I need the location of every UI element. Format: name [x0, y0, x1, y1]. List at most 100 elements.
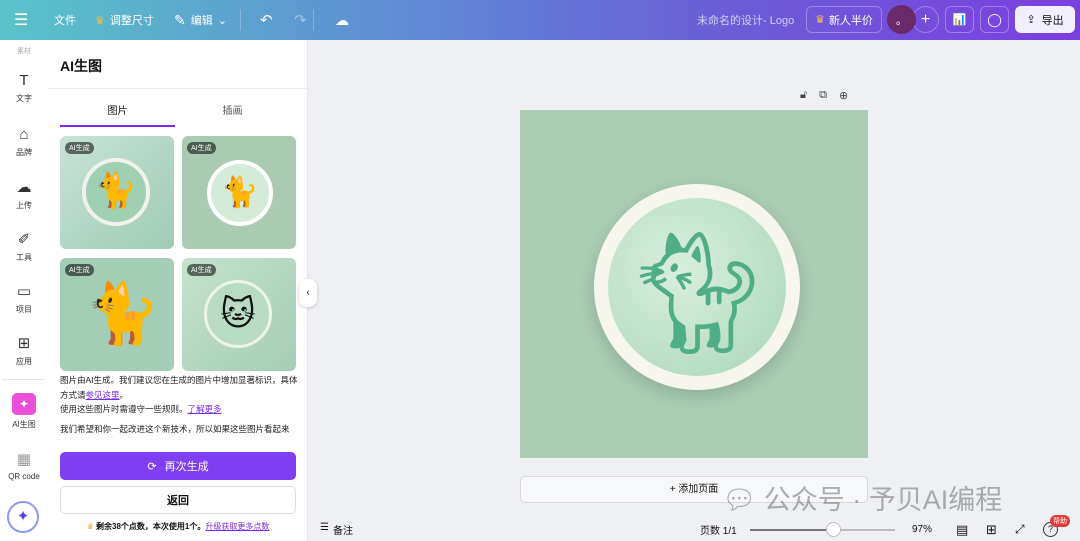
rail-item-tools[interactable]: ✐ 工具 — [0, 230, 48, 263]
edit-label: 编辑 — [190, 15, 213, 27]
notes-icon: ☰ — [320, 522, 329, 533]
rail-item-apps[interactable]: ⊞ 应用 — [0, 334, 48, 367]
design-title-text: 未命名的设计- Logo — [697, 15, 795, 27]
rail-label: 工具 — [16, 253, 32, 262]
regenerate-button[interactable]: ⟳ 再次生成 — [60, 452, 296, 480]
rail-elements-label[interactable]: 素材 — [0, 46, 48, 56]
ai-badge: AI生成 — [65, 142, 94, 154]
ai-badge: AI生成 — [187, 142, 216, 154]
ai-disclaimer: 图片由AI生成。我们建议您在生成的图片中增加显著标识，具体方式请参见这里。 使用这… — [60, 373, 300, 417]
add-page-icon[interactable]: ⊕ — [839, 89, 848, 102]
rail-item-text[interactable]: T 文字 — [0, 72, 48, 104]
back-label: 返回 — [167, 495, 189, 507]
notes-button[interactable]: ☰ 备注 — [320, 522, 353, 537]
note-text: 使用这些图片时需遵守一些规则。 — [60, 404, 188, 414]
wechat-icon: 💬︎ — [722, 485, 764, 515]
result-image-4[interactable]: AI生成 🐱 — [182, 258, 296, 371]
promo-label: 新人半价 — [828, 14, 873, 27]
crown-icon: ♛ — [815, 14, 825, 26]
bottom-bar: ☰ 备注 页数 1/1 97% ▤ ⊞ ⤢ ? 帮助 — [308, 515, 1080, 541]
rail-label: 应用 — [16, 357, 32, 366]
page-actions: 🔓︎ ⧉ ⊕ — [800, 89, 848, 102]
zoom-percent[interactable]: 97% — [912, 524, 932, 535]
crown-icon: ♛ — [95, 14, 105, 27]
cloud-saved-icon[interactable]: ☁ — [335, 12, 349, 29]
page-count[interactable]: 页数 1/1 — [700, 522, 737, 537]
see-here-link[interactable]: 参见这里 — [86, 390, 120, 400]
rail-item-upload[interactable]: ☁ 上传 — [0, 178, 48, 211]
chevron-down-icon: ⌄ — [217, 14, 227, 27]
text-icon: T — [19, 72, 29, 89]
credits-text: 剩余38个点数，本次使用1个。 — [96, 522, 206, 531]
redo-icon[interactable]: ↷ — [294, 11, 307, 29]
rail-item-ai-image[interactable]: ✦ AI生图 — [0, 393, 48, 430]
page-view-icon[interactable]: ▤ — [956, 522, 968, 538]
watermark-text: 公众号 · 予贝AI编程 — [763, 485, 1003, 515]
avatar[interactable]: 。 — [887, 5, 916, 34]
result-image-2[interactable]: AI生成 🐈 — [182, 136, 296, 249]
fullscreen-icon[interactable]: ⤢ — [1015, 522, 1025, 537]
ai-image-icon: ✦ — [12, 393, 36, 415]
undo-icon[interactable]: ↶ — [260, 11, 273, 29]
refresh-icon: ⟳ — [147, 460, 157, 473]
cat-face-icon: 🐱 — [204, 280, 272, 348]
promo-button[interactable]: ♛ 新人半价 — [806, 6, 882, 33]
zoom-slider[interactable] — [750, 522, 895, 537]
export-label: 导出 — [1041, 14, 1064, 27]
cat-icon: 🐈 — [85, 280, 160, 347]
result-image-3[interactable]: AI生成 🐈 — [60, 258, 174, 371]
learn-more-link[interactable]: 了解更多 — [188, 404, 222, 414]
top-toolbar: ☰ 文件 ♛ 调整尺寸 ✎ 编辑 ⌄ ↶ ↷ ☁ 未命名的设计- Logo ♛ 新人半价… — [0, 0, 1080, 40]
rail-label: 项目 — [16, 305, 32, 314]
zoom-slider-handle[interactable] — [825, 522, 841, 537]
rail-label: AI生图 — [12, 420, 36, 429]
help-badge: 帮助 — [1050, 515, 1070, 527]
duplicate-icon[interactable]: ⧉ — [819, 89, 827, 102]
design-canvas[interactable]: 🐈︎ — [520, 110, 868, 458]
upload-icon: ☁ — [16, 179, 32, 196]
cat-silhouette-icon: 🐈︎ — [608, 198, 786, 376]
add-collaborator-button[interactable]: + — [912, 6, 939, 33]
rail-item-brand[interactable]: ⌂ 品牌 — [0, 126, 48, 158]
panel-title: AI生图 — [60, 58, 102, 74]
feedback-text: 我们希望和你一起改进这个新技术，所以如果这些图片看起来 — [60, 424, 290, 434]
file-menu[interactable]: 文件 — [54, 12, 76, 28]
left-rail: 素材 T 文字 ⌂ 品牌 ☁ 上传 ✐ 工具 ▭ 项目 ⊞ 应用 ✦ AI生图 ▦ QR cod… — [0, 40, 48, 541]
folder-icon: ▭ — [16, 283, 32, 300]
tab-images[interactable]: 图片 — [60, 102, 175, 127]
resize-button[interactable]: ♛ 调整尺寸 — [95, 12, 154, 28]
crown-icon: ♛ — [86, 522, 97, 531]
rail-label: 文字 — [16, 94, 32, 103]
ai-image-panel: AI生图 图片 插画 AI生成 🐈 AI生成 🐈 AI生成 🐈 AI生成 🐱 图片由AI… — [48, 40, 308, 541]
rail-item-projects[interactable]: ▭ 项目 — [0, 282, 48, 315]
regenerate-label: 再次生成 — [164, 461, 209, 473]
rail-item-qr-code[interactable]: ▦ QR code — [0, 450, 48, 481]
rail-label: 品牌 — [16, 148, 32, 157]
cat-icon: 🐈 — [207, 160, 273, 226]
qr-icon: ▦ — [16, 451, 32, 468]
hamburger-icon[interactable]: ☰ — [14, 10, 28, 30]
upgrade-link[interactable]: 升级获取更多点数 — [205, 522, 269, 531]
tab-illustrations[interactable]: 插画 — [175, 102, 290, 117]
design-title[interactable]: 未命名的设计- Logo — [697, 12, 794, 28]
magic-assistant-button[interactable]: ✦ — [7, 501, 39, 533]
edit-menu[interactable]: ✎ 编辑 ⌄ — [174, 12, 227, 29]
avatar-initial: 。 — [896, 14, 907, 27]
comment-icon[interactable]: ◯ — [980, 6, 1009, 33]
analytics-icon[interactable]: 📊 — [945, 6, 974, 33]
collapse-panel-button[interactable]: ‹ — [299, 279, 317, 307]
note-text: 。 — [119, 389, 129, 400]
rail-label: 上传 — [16, 201, 32, 210]
rail-label: QR code — [8, 472, 40, 481]
share-icon: ⇪ — [1026, 14, 1036, 26]
back-button[interactable]: 返回 — [60, 486, 296, 514]
brand-icon: ⌂ — [19, 126, 29, 143]
export-button[interactable]: ⇪ 导出 — [1015, 6, 1075, 33]
lock-icon[interactable]: 🔓︎ — [800, 89, 807, 102]
notes-label: 备注 — [332, 526, 353, 537]
file-label: 文件 — [54, 15, 76, 27]
grid-view-icon[interactable]: ⊞ — [986, 522, 997, 538]
tools-icon: ✐ — [17, 231, 31, 248]
result-image-1[interactable]: AI生成 🐈 — [60, 136, 174, 249]
ai-badge: AI生成 — [187, 264, 216, 276]
